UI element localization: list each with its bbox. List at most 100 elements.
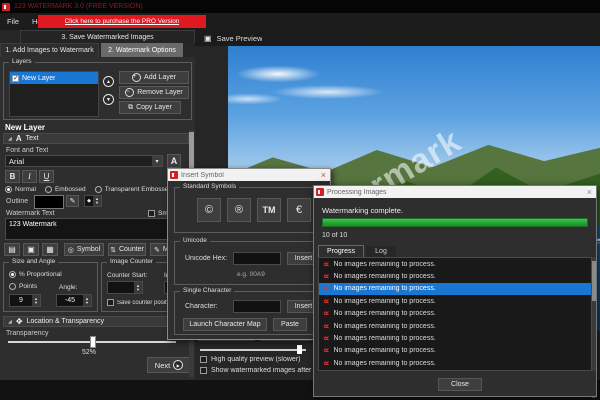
insert-text-icon-button-1[interactable]: ▤: [4, 243, 20, 256]
smooth-checkbox[interactable]: [148, 210, 155, 217]
style-radio-row: Normal Embossed Transparent Embossed: [5, 186, 193, 193]
processing-row[interactable]: ∝No images remaining to process.: [319, 357, 591, 369]
location-transparency-header[interactable]: ◢ ✥ Location & Transparency: [3, 316, 189, 327]
processing-row-text: No images remaining to process.: [333, 335, 435, 342]
tab-watermark-options[interactable]: 2. Watermark Options: [101, 43, 183, 57]
menu-file[interactable]: File: [7, 17, 19, 26]
move-layer-down-button[interactable]: ▼: [103, 94, 114, 105]
processing-row[interactable]: ∝No images remaining to process.: [319, 332, 591, 344]
layer-list-item[interactable]: ✓ New Layer: [10, 72, 98, 84]
insert-symbol-close-icon[interactable]: ×: [321, 170, 326, 180]
normal-label: Normal: [15, 186, 36, 193]
transparency-label: Transparency: [6, 330, 49, 337]
transparency-slider-thumb[interactable]: [90, 336, 96, 348]
watermark-text-value: 123 Watermark: [9, 221, 188, 228]
insert-symbol-titlebar[interactable]: Insert Symbol ×: [168, 169, 330, 181]
italic-button[interactable]: I: [22, 170, 37, 183]
insert-text-icon-button-3[interactable]: ▦: [42, 243, 58, 256]
points-row[interactable]: Points: [9, 283, 37, 290]
close-label: Close: [451, 381, 469, 388]
size-spinner[interactable]: 9 ▲▼: [9, 294, 41, 307]
angle-spinner[interactable]: -45 ▲▼: [56, 294, 92, 307]
spinner-arrows[interactable]: ▲▼: [93, 196, 101, 206]
angle-label: Angle:: [59, 284, 77, 291]
processing-titlebar[interactable]: Processing Images ×: [314, 186, 596, 198]
high-quality-row[interactable]: High quality preview (slower): [200, 356, 300, 363]
outline-width-spinner[interactable]: ◆ ▲▼: [84, 195, 102, 207]
photo-clouds: [228, 54, 428, 109]
character-input[interactable]: [233, 300, 281, 313]
proportional-row[interactable]: % Proportional: [9, 271, 62, 278]
proportional-radio[interactable]: [9, 271, 16, 278]
titlebar[interactable]: 123 WATERMARK 3.0 (FREE VERSION): [0, 0, 600, 13]
move-layer-up-button[interactable]: ▲: [103, 76, 114, 87]
underline-button[interactable]: U: [39, 170, 54, 183]
eyedropper-button[interactable]: ✎: [66, 195, 79, 207]
processing-row-text: No images remaining to process.: [333, 323, 435, 330]
pro-banner[interactable]: Click here to purchase the PRO Version: [38, 15, 206, 28]
tab-add-images[interactable]: 1. Add Images to Watermark: [0, 43, 99, 57]
font-select[interactable]: Arial ▾: [5, 155, 163, 167]
save-counter-label: Save counter positio: [117, 300, 171, 306]
tab-log[interactable]: Log: [366, 246, 396, 257]
copyright-symbol-button[interactable]: ©: [197, 198, 221, 222]
watermark-text-input[interactable]: 123 Watermark: [5, 218, 189, 240]
proportional-label: % Proportional: [19, 271, 62, 278]
points-radio[interactable]: [9, 283, 16, 290]
layers-list[interactable]: ✓ New Layer: [9, 71, 99, 117]
symbol-button[interactable]: ◎ Symbol: [64, 243, 104, 256]
layers-group-label: Layers: [9, 58, 35, 65]
processing-row[interactable]: ∝No images remaining to process.: [319, 308, 591, 320]
outline-color-swatch[interactable]: [34, 195, 64, 209]
layer-item-label: New Layer: [22, 75, 55, 82]
show-after-row[interactable]: Show watermarked images after proce: [200, 367, 331, 374]
font-style-button[interactable]: A: [167, 154, 181, 168]
save-counter-checkbox[interactable]: [107, 299, 114, 306]
processing-row[interactable]: ∝No images remaining to process.: [319, 258, 591, 270]
transparent-embossed-radio[interactable]: [95, 186, 102, 193]
normal-radio[interactable]: [5, 186, 12, 193]
processing-list[interactable]: ∝No images remaining to process. ∝No ima…: [318, 257, 592, 371]
close-button[interactable]: Close: [438, 378, 482, 391]
remove-layer-button[interactable]: − Remove Layer: [119, 86, 189, 99]
bold-button[interactable]: B: [5, 170, 20, 183]
processing-list-scrollbar-thumb[interactable]: [592, 261, 596, 301]
processing-row[interactable]: ∝No images remaining to process.: [319, 345, 591, 357]
text-section-header[interactable]: ◢ A Text: [3, 133, 189, 144]
paste-button[interactable]: Paste: [273, 318, 307, 331]
add-layer-button[interactable]: + Add Layer: [119, 71, 189, 84]
copy-layer-button[interactable]: ⧉ Copy Layer: [119, 101, 181, 114]
processing-row[interactable]: ∝No images remaining to process.: [319, 270, 591, 282]
zoom-slider-track[interactable]: [200, 349, 306, 351]
app-window: 123 WATERMARK 3.0 (FREE VERSION) File He…: [0, 0, 600, 400]
embossed-radio[interactable]: [45, 186, 52, 193]
counter-button[interactable]: ⇅ Counter: [108, 243, 146, 256]
layer-visibility-checkbox[interactable]: ✓: [12, 75, 19, 82]
launch-character-map-button[interactable]: Launch Character Map: [183, 318, 267, 331]
character-insert-label: Insert: [295, 303, 313, 310]
processing-row-selected[interactable]: ∝No images remaining to process.: [319, 283, 591, 295]
trademark-symbol-button[interactable]: TM: [257, 198, 281, 222]
processing-dialog: Processing Images × Watermarking complet…: [313, 185, 597, 397]
processing-list-scrollbar[interactable]: [592, 257, 596, 371]
counter-start-label: Counter Start:: [107, 272, 147, 279]
tab-save-watermarked[interactable]: 3. Save Watermarked Images: [20, 30, 195, 43]
next-button[interactable]: Next ▶: [147, 357, 191, 373]
progress-bar: [322, 218, 588, 227]
counter-start-spinner[interactable]: ▲▼: [107, 281, 143, 294]
registered-symbol-button[interactable]: ®: [227, 198, 251, 222]
watermark-text-label: Watermark Text: [6, 210, 55, 217]
file-text-icon: ▤: [8, 245, 16, 254]
high-quality-checkbox[interactable]: [200, 356, 207, 363]
underline-label: U: [44, 172, 50, 181]
insert-text-icon-button-2[interactable]: ▣: [23, 243, 39, 256]
processing-row[interactable]: ∝No images remaining to process.: [319, 320, 591, 332]
processing-close-icon[interactable]: ×: [587, 187, 592, 197]
euro-symbol-button[interactable]: €: [287, 198, 311, 222]
zoom-slider-thumb[interactable]: [297, 345, 302, 354]
unicode-hex-input[interactable]: [233, 252, 281, 265]
show-after-checkbox[interactable]: [200, 367, 207, 374]
tab-progress[interactable]: Progress: [318, 245, 364, 257]
font-dropdown-icon[interactable]: ▾: [152, 156, 162, 166]
processing-row[interactable]: ∝No images remaining to process.: [319, 295, 591, 307]
